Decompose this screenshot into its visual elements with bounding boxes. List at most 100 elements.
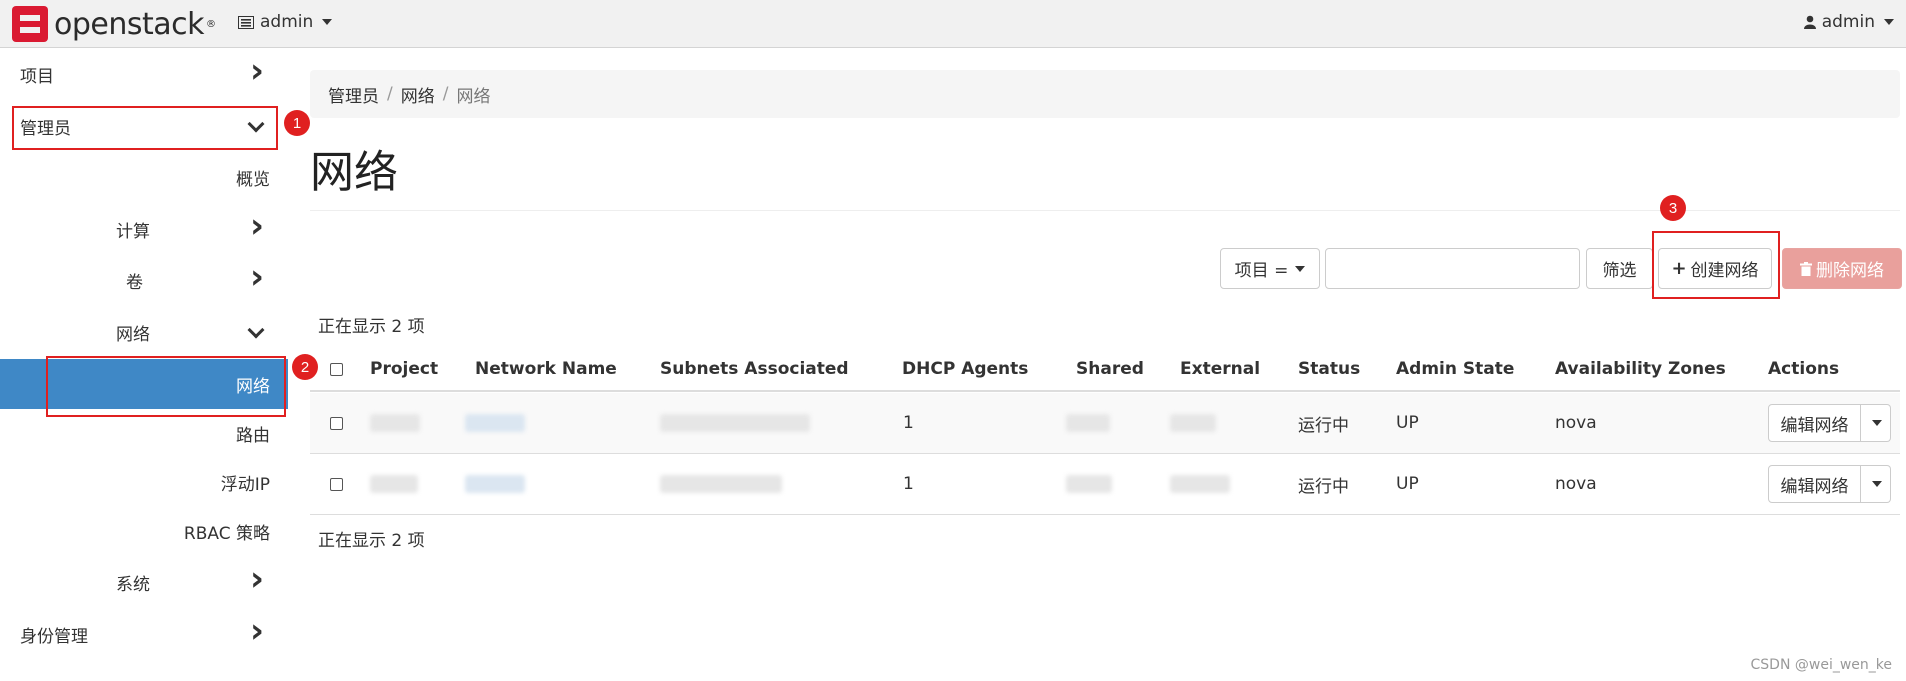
- annotation-box-create: [1652, 231, 1780, 299]
- filter-input[interactable]: [1325, 248, 1580, 289]
- page-title: 网络: [310, 147, 398, 198]
- action-button-group: 编辑网络: [1768, 404, 1891, 442]
- breadcrumb-item-network[interactable]: 网络: [401, 82, 435, 107]
- select-all-checkbox[interactable]: [330, 362, 343, 376]
- filter-field-label: 项目 =: [1234, 261, 1289, 281]
- subnets-cell[interactable]: [660, 454, 782, 514]
- sidebar-item-label: 概览: [236, 169, 270, 190]
- redacted-text: [1170, 475, 1230, 493]
- annotation-marker-3: 3: [1660, 195, 1686, 221]
- redacted-text: [660, 475, 782, 493]
- filter-field-select[interactable]: 项目 =: [1220, 248, 1320, 289]
- chevron-right-icon: [250, 216, 264, 243]
- col-actions: Actions: [1768, 359, 1840, 379]
- action-button-group: 编辑网络: [1768, 465, 1891, 503]
- caret-down-icon: [322, 19, 333, 25]
- sidebar-item-network-group[interactable]: 网络: [0, 310, 288, 354]
- project-switcher[interactable]: admin: [238, 12, 333, 32]
- project-cell[interactable]: [370, 454, 418, 514]
- project-switcher-label: admin: [260, 12, 314, 32]
- col-availability-zones[interactable]: Availability Zones: [1555, 348, 1726, 390]
- chevron-down-icon: [247, 321, 265, 339]
- edit-network-button[interactable]: 编辑网络: [1768, 465, 1861, 503]
- user-menu[interactable]: admin: [1803, 12, 1894, 32]
- sidebar-item-label: 身份管理: [20, 626, 88, 647]
- trash-icon: [1800, 261, 1812, 276]
- row-checkbox[interactable]: [330, 477, 343, 491]
- network-name-link[interactable]: [465, 454, 525, 514]
- project-cell[interactable]: [370, 393, 420, 453]
- col-network-name[interactable]: Network Name: [475, 348, 617, 390]
- caret-down-icon: [1872, 481, 1882, 487]
- user-icon: [1803, 15, 1816, 29]
- sidebar-item-label: 计算: [116, 221, 150, 242]
- annotation-box-admin: [12, 106, 278, 150]
- sidebar-item-label: 网络: [116, 324, 150, 345]
- item-count-bottom: 正在显示 2 项: [318, 531, 425, 551]
- breadcrumb-item-admin[interactable]: 管理员: [328, 82, 379, 107]
- chevron-right-icon: [250, 267, 264, 294]
- list-icon: [238, 15, 254, 29]
- sidebar-item-label: 系统: [116, 574, 150, 595]
- top-navbar: openstack ® admin admin: [0, 0, 1906, 48]
- sidebar-item-system[interactable]: 系统: [0, 560, 288, 604]
- caret-down-icon: [1872, 420, 1882, 426]
- col-dhcp-agents[interactable]: DHCP Agents: [902, 348, 1028, 390]
- sidebar-item-label: 卷: [126, 272, 143, 293]
- breadcrumb-item-current: 网络: [456, 86, 491, 107]
- breadcrumb-separator: /: [387, 84, 393, 104]
- caret-down-icon: [1295, 265, 1306, 272]
- col-status[interactable]: Status: [1298, 348, 1360, 390]
- select-all-cell: [330, 348, 343, 390]
- admin-state-cell: UP: [1396, 413, 1419, 433]
- col-subnets[interactable]: Subnets Associated: [660, 348, 849, 390]
- redacted-text: [660, 414, 810, 432]
- redacted-text: [465, 475, 525, 493]
- sidebar-item-overview[interactable]: 概览: [0, 155, 288, 199]
- sidebar-item-compute[interactable]: 计算: [0, 207, 288, 251]
- col-external[interactable]: External: [1180, 348, 1260, 390]
- annotation-marker-2: 2: [292, 354, 318, 380]
- watermark: CSDN @wei_wen_ke: [1750, 657, 1892, 673]
- redacted-text: [370, 475, 418, 493]
- status-cell: 运行中: [1298, 476, 1349, 497]
- more-actions-toggle[interactable]: [1861, 404, 1891, 442]
- redacted-text: [370, 414, 420, 432]
- network-name-link[interactable]: [465, 393, 525, 453]
- more-actions-toggle[interactable]: [1861, 465, 1891, 503]
- edit-network-button[interactable]: 编辑网络: [1768, 404, 1861, 442]
- sidebar-item-identity[interactable]: 身份管理: [0, 612, 288, 656]
- sidebar-item-floating-ip[interactable]: 浮动IP: [0, 460, 288, 504]
- registered-mark: ®: [206, 18, 217, 30]
- openstack-logo-icon: [12, 6, 48, 42]
- filter-button[interactable]: 筛选: [1586, 248, 1653, 289]
- col-shared[interactable]: Shared: [1076, 348, 1144, 390]
- row-select-cell: [330, 393, 343, 453]
- row-actions: 编辑网络: [1768, 454, 1891, 514]
- col-admin-state[interactable]: Admin State: [1396, 348, 1514, 390]
- admin-state-cell: UP: [1396, 474, 1419, 494]
- sidebar-item-project[interactable]: 项目: [0, 52, 288, 96]
- external-cell: [1170, 393, 1216, 453]
- dhcp-agents-cell: 1: [903, 413, 914, 433]
- redacted-text: [1066, 414, 1110, 432]
- openstack-logo[interactable]: openstack ®: [12, 6, 216, 42]
- shared-cell: [1066, 454, 1112, 514]
- chevron-right-icon: [250, 621, 264, 648]
- sidebar-item-label: 项目: [20, 66, 54, 87]
- sidebar-item-rbac[interactable]: RBAC 策略: [0, 509, 288, 553]
- redacted-text: [1066, 475, 1112, 493]
- sidebar-item-label: RBAC 策略: [183, 523, 270, 544]
- sidebar-item-routers[interactable]: 路由: [0, 411, 288, 455]
- subnets-cell[interactable]: [660, 393, 810, 453]
- sidebar-item-label: 路由: [236, 425, 270, 446]
- table-row: 1 运行中 UP nova 编辑网络: [310, 393, 1900, 454]
- redacted-text: [465, 414, 525, 432]
- sidebar-item-volume[interactable]: 卷: [0, 258, 288, 302]
- delete-networks-button[interactable]: 删除网络: [1782, 248, 1902, 289]
- row-checkbox[interactable]: [330, 416, 343, 430]
- col-project[interactable]: Project: [370, 348, 438, 390]
- logo-text: openstack: [54, 6, 205, 42]
- breadcrumb-separator: /: [442, 84, 449, 104]
- status-cell: 运行中: [1298, 415, 1349, 436]
